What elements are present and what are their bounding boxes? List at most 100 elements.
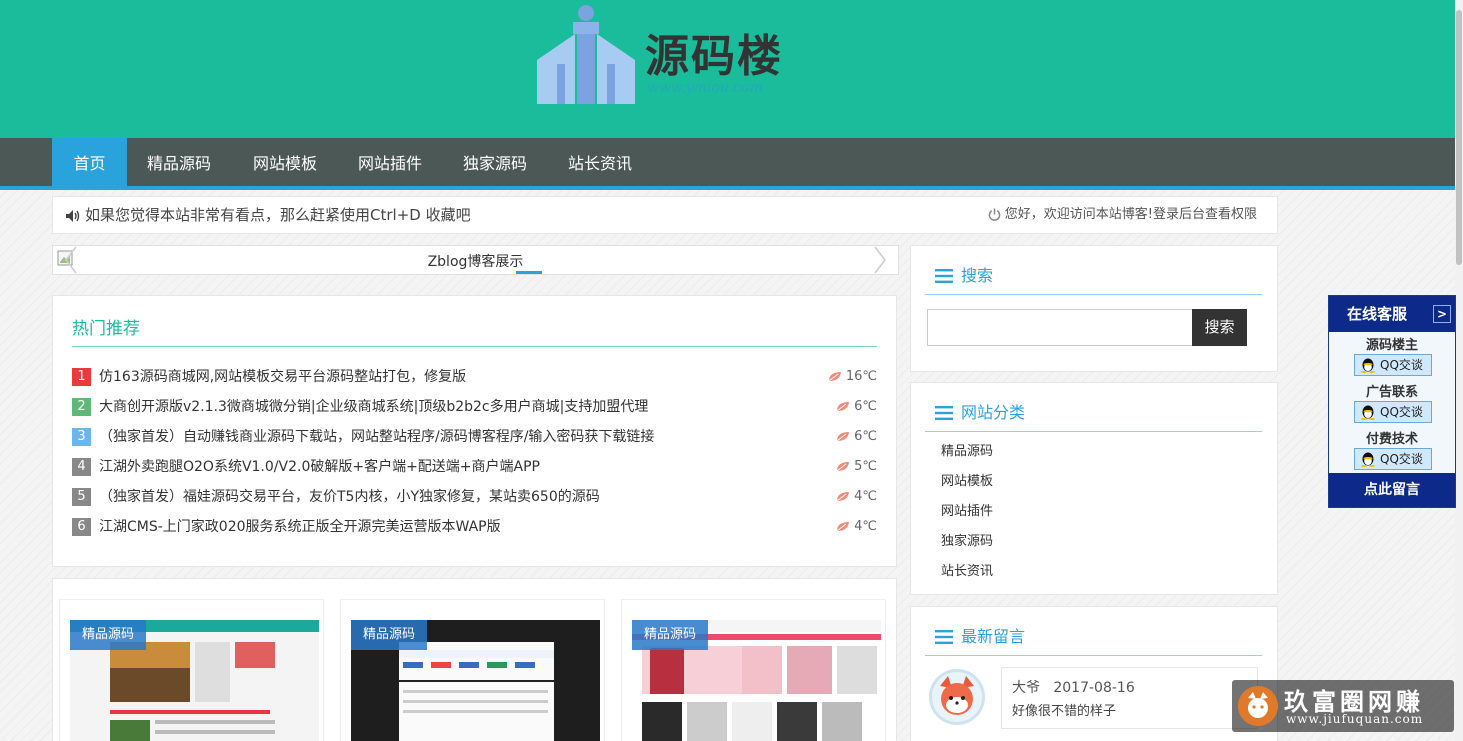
- hot-item-title[interactable]: 江湖外卖跑腿O2O系统V1.0/V2.0破解版+客户端+配送端+商户端APP: [99, 456, 540, 478]
- product-card[interactable]: 精品源码: [59, 599, 324, 741]
- messages-panel-title: 最新留言: [935, 623, 1025, 647]
- leaf-icon: [836, 462, 850, 472]
- nav-webmaster-news[interactable]: 站长资讯: [553, 138, 647, 190]
- hot-item-title[interactable]: 大商创开源版v2.1.3微商城微分销|企业级商城系统|顶级b2b2c多用户商城|…: [99, 396, 648, 418]
- message-date: 2017-08-16: [1053, 680, 1135, 696]
- service-header: 在线客服 >: [1329, 296, 1455, 332]
- message-bubble[interactable]: 大爷 2017-08-16 好像很不错的样子: [1001, 667, 1258, 729]
- leave-message-button[interactable]: 点此留言: [1329, 473, 1455, 507]
- category-item[interactable]: 站长资讯: [941, 561, 993, 591]
- site-logo[interactable]: 源码楼 www.ymlou.com: [537, 4, 797, 104]
- qq-penguin-icon: [1361, 358, 1375, 373]
- latest-messages-panel: 最新留言 大爷 2017-08-16 好像很不错的样子: [910, 606, 1278, 741]
- hot-temp: 4℃: [836, 486, 877, 508]
- list-item[interactable]: 4 江湖外卖跑腿O2O系统V1.0/V2.0破解版+客户端+配送端+商户端APP…: [72, 456, 877, 486]
- category-panel: 网站分类 精品源码 网站模板 网站插件 独家源码 站长资讯: [910, 382, 1278, 595]
- hot-item-title[interactable]: 仿163源码商城网,网站模板交易平台源码整站打包，修复版: [99, 366, 466, 388]
- notice-right: 您好，欢迎访问本站博客!登录后台查看权限: [988, 197, 1257, 233]
- rank-badge: 6: [72, 518, 91, 536]
- hot-item-title[interactable]: 江湖CMS-上门家政020服务系统正版全开源完美运营版本WAP版: [99, 516, 501, 538]
- speaker-icon: [66, 209, 80, 222]
- category-list: 精品源码 网站模板 网站插件 独家源码 站长资讯: [941, 441, 993, 591]
- image-slider[interactable]: Zblog博客展示: [52, 245, 899, 275]
- category-tag[interactable]: 精品源码: [70, 620, 146, 650]
- category-item[interactable]: 精品源码: [941, 441, 993, 471]
- product-thumbnail[interactable]: 精品源码: [351, 620, 600, 741]
- nav-home[interactable]: 首页: [52, 138, 127, 190]
- hot-item-title[interactable]: （独家首发）自动赚钱商业源码下载站，网站整站程序/源码博客程序/输入密码获下载链…: [99, 426, 654, 448]
- fox-avatar-icon: [940, 676, 974, 715]
- avatar[interactable]: [929, 669, 985, 725]
- service-label: 广告联系: [1365, 385, 1418, 400]
- service-label: 付费技术: [1365, 432, 1418, 447]
- qq-chat-button[interactable]: QQ交谈: [1354, 354, 1432, 376]
- qq-chat-button[interactable]: QQ交谈: [1354, 448, 1432, 470]
- slider-indicator[interactable]: [516, 271, 542, 274]
- leaf-icon: [836, 522, 850, 532]
- hot-recommend-panel: 热门推荐 1 仿163源码商城网,网站模板交易平台源码整站打包，修复版 16℃ …: [52, 295, 897, 567]
- site-header: 源码楼 www.ymlou.com: [0, 0, 1463, 138]
- scrollbar-thumb[interactable]: [1456, 10, 1462, 265]
- search-input[interactable]: [927, 309, 1193, 346]
- product-card[interactable]: 精品源码: [340, 599, 605, 741]
- hot-temp: 6℃: [836, 396, 877, 418]
- collapse-arrow-icon[interactable]: >: [1433, 305, 1451, 323]
- hot-temp: 6℃: [836, 426, 877, 448]
- message-text: 好像很不错的样子: [1012, 704, 1117, 719]
- list-item[interactable]: 5 （独家首发）福娃源码交易平台，友价T5内核，小Y独家修复，某站卖650的源码…: [72, 486, 877, 516]
- service-label: 源码楼主: [1365, 338, 1418, 353]
- hot-list: 1 仿163源码商城网,网站模板交易平台源码整站打包，修复版 16℃ 2 大商创…: [72, 366, 877, 546]
- page-scrollbar[interactable]: [1455, 0, 1463, 741]
- rank-badge: 5: [72, 488, 91, 506]
- notice-text: 如果您觉得本站非常有看点，那么赶紧使用Ctrl+D 收藏吧: [85, 206, 471, 224]
- watermark: 玖富圈网赚 www.jiufuquan.com: [1232, 680, 1454, 732]
- rank-badge: 2: [72, 398, 91, 416]
- product-thumbnail[interactable]: 精品源码: [70, 620, 319, 741]
- online-service-widget: 在线客服 > 源码楼主 QQ交谈 广告联系 QQ交谈 付费技术 QQ交谈 点此留…: [1328, 295, 1456, 508]
- qq-penguin-icon: [1361, 405, 1375, 420]
- logo-text: 源码楼: [645, 31, 783, 82]
- hot-item-title[interactable]: （独家首发）福娃源码交易平台，友价T5内核，小Y独家修复，某站卖650的源码: [99, 486, 600, 508]
- rank-badge: 1: [72, 368, 91, 386]
- leaf-icon: [836, 402, 850, 412]
- qq-chat-button[interactable]: QQ交谈: [1354, 401, 1432, 423]
- hot-title: 热门推荐: [72, 319, 140, 339]
- main-nav: 首页 精品源码 网站模板 网站插件 独家源码 站长资讯: [0, 138, 1463, 190]
- category-tag[interactable]: 精品源码: [632, 620, 708, 650]
- search-panel-title: 搜索: [935, 262, 993, 286]
- slider-caption: Zblog博客展示: [427, 254, 524, 270]
- logo-building-icon: [537, 5, 635, 104]
- watermark-url: www.jiufuquan.com: [1286, 712, 1424, 726]
- search-button[interactable]: 搜索: [1192, 309, 1247, 346]
- product-card[interactable]: 精品源码: [621, 599, 886, 741]
- leaf-icon: [836, 492, 850, 502]
- rank-badge: 4: [72, 458, 91, 476]
- category-panel-title: 网站分类: [935, 399, 1025, 423]
- hot-temp: 4℃: [836, 516, 877, 538]
- category-item[interactable]: 网站插件: [941, 501, 993, 531]
- hot-temp: 16℃: [828, 366, 877, 388]
- nav-plugins[interactable]: 网站插件: [343, 138, 437, 190]
- hot-divider: [72, 346, 877, 347]
- list-item[interactable]: 6 江湖CMS-上门家政020服务系统正版全开源完美运营版本WAP版 4℃: [72, 516, 877, 546]
- list-item[interactable]: 2 大商创开源版v2.1.3微商城微分销|企业级商城系统|顶级b2b2c多用户商…: [72, 396, 877, 426]
- slider-next-icon[interactable]: [874, 246, 886, 274]
- rank-badge: 3: [72, 428, 91, 446]
- category-item[interactable]: 网站模板: [941, 471, 993, 501]
- notice-left: 如果您觉得本站非常有看点，那么赶紧使用Ctrl+D 收藏吧: [65, 197, 471, 233]
- nav-templates[interactable]: 网站模板: [238, 138, 332, 190]
- menu-icon: [935, 269, 953, 283]
- panel-divider: [925, 431, 1262, 432]
- list-item[interactable]: 1 仿163源码商城网,网站模板交易平台源码整站打包，修复版 16℃: [72, 366, 877, 396]
- power-icon: [988, 208, 1001, 221]
- panel-divider: [925, 294, 1262, 295]
- panel-divider: [925, 655, 1262, 656]
- qq-penguin-icon: [1361, 452, 1375, 467]
- nav-premium-source[interactable]: 精品源码: [132, 138, 226, 190]
- product-thumbnail[interactable]: 精品源码: [632, 620, 881, 741]
- search-panel: 搜索 搜索: [910, 245, 1278, 372]
- category-tag[interactable]: 精品源码: [351, 620, 427, 650]
- nav-exclusive-source[interactable]: 独家源码: [448, 138, 542, 190]
- list-item[interactable]: 3 （独家首发）自动赚钱商业源码下载站，网站整站程序/源码博客程序/输入密码获下…: [72, 426, 877, 456]
- category-item[interactable]: 独家源码: [941, 531, 993, 561]
